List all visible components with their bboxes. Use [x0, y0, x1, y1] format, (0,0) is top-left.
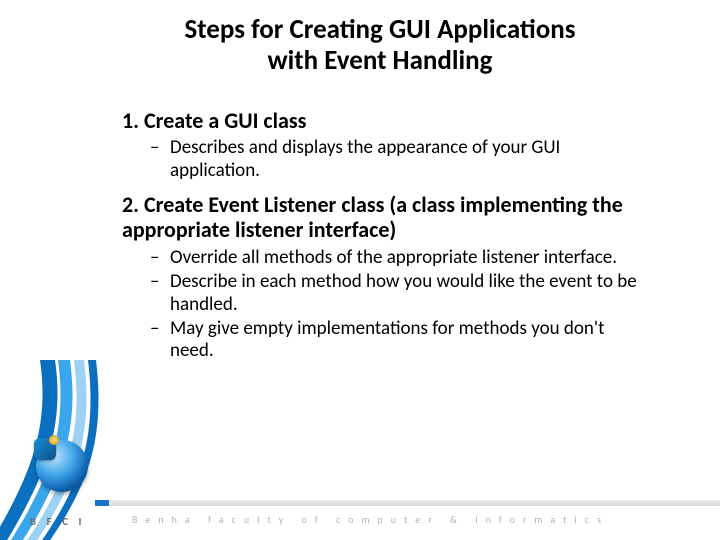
slide-body: 1. Create a GUI class Describes and disp… — [122, 108, 650, 369]
sub-item: Override all methods of the appropriate … — [136, 247, 650, 269]
footer-divider — [95, 500, 720, 506]
sub-list-2: Override all methods of the appropriate … — [136, 247, 650, 363]
institution-logo — [36, 440, 88, 492]
sub-item: May give empty implementations for metho… — [136, 318, 650, 363]
footer-acronym: B F C I — [30, 515, 85, 528]
footer-divider-accent — [95, 500, 109, 506]
footer-text: Benha faculty of computer & Informatics — [132, 513, 700, 526]
sub-item: Describes and displays the appearance of… — [136, 137, 650, 182]
slide: Steps for Creating GUI Applications with… — [0, 0, 720, 540]
title-line-2: with Event Handling — [268, 44, 493, 77]
badge-icon — [34, 438, 56, 460]
list-item-heading-1: 1. Create a GUI class — [122, 108, 650, 133]
list-item-heading-2: 2. Create Event Listener class (a class … — [122, 192, 650, 243]
sub-list-1: Describes and displays the appearance of… — [136, 137, 650, 182]
slide-title: Steps for Creating GUI Applications with… — [120, 14, 640, 76]
title-line-1: Steps for Creating GUI Applications — [185, 13, 576, 46]
sub-item: Describe in each method how you would li… — [136, 271, 650, 316]
